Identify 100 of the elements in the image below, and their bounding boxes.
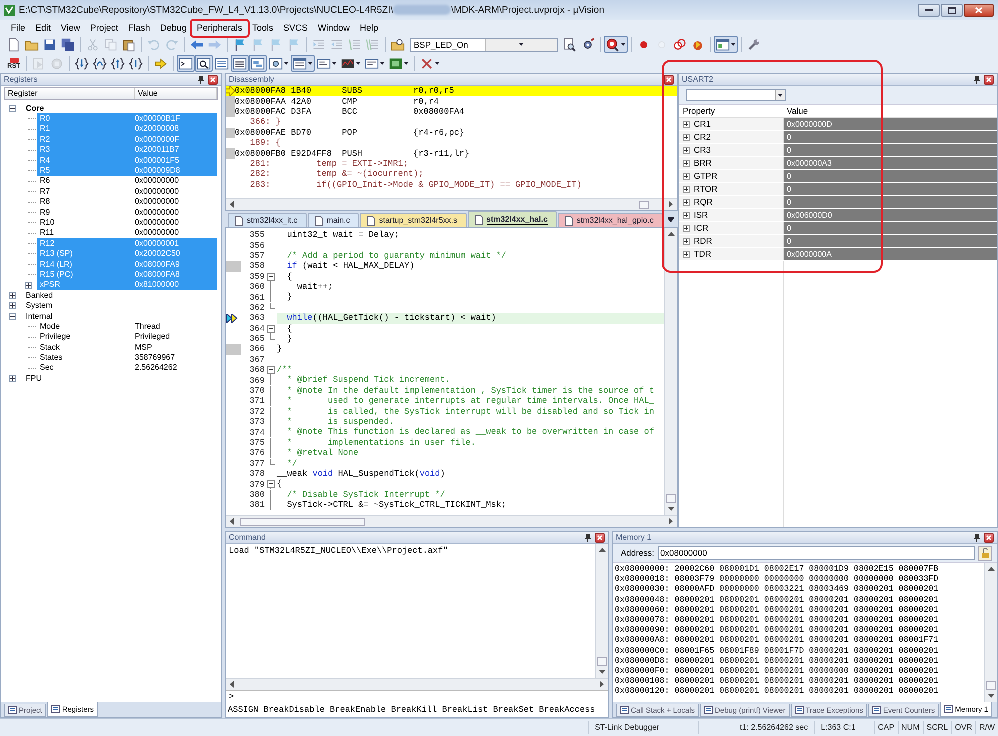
memory-window-button[interactable] [291,55,315,72]
scroll-down-icon[interactable] [988,694,994,699]
file-tab[interactable]: main.c [308,213,360,227]
disassembly-window-button[interactable] [195,55,213,72]
breakpoint-rings-button[interactable] [671,36,689,53]
scroll-thumb[interactable] [666,494,676,503]
call-stack-window-button[interactable] [249,55,267,72]
scroll-up-icon[interactable] [668,231,674,236]
expand-icon[interactable] [683,224,690,232]
register-row[interactable]: Sec 2.56264262 [37,362,217,374]
property-name[interactable]: CR1 [679,118,783,131]
expand-icon[interactable] [683,250,690,258]
pin-button[interactable] [197,75,205,84]
scroll-right-icon[interactable] [600,681,605,688]
file-tab[interactable]: startup_stm32l4r5xx.s [360,213,467,227]
menu-item[interactable]: Project [85,22,124,32]
debug-button[interactable] [604,36,628,53]
column-header[interactable]: Register [5,88,135,99]
pin-button[interactable] [973,75,981,84]
menu-item[interactable]: View [56,22,86,32]
floppy-disks-button[interactable] [59,36,77,53]
collapse-icon[interactable] [267,272,275,282]
register-row[interactable]: R7 0x00000000 [37,186,217,197]
menu-item[interactable]: File [6,22,31,32]
collapse-icon[interactable] [267,365,275,376]
expand-icon[interactable] [683,212,690,218]
menu-item[interactable]: Debug [155,22,192,32]
lock-button[interactable] [978,546,992,560]
expand-icon[interactable] [683,238,690,244]
close-button[interactable] [595,532,605,542]
run-to-cursor-button[interactable] [127,55,145,72]
scroll-thumb[interactable] [597,657,607,666]
expand-icon[interactable] [683,186,690,192]
expand-icon[interactable] [683,146,690,154]
scroll-thumb[interactable] [986,681,996,690]
column-header[interactable]: Property [679,105,783,118]
window-button[interactable] [714,36,738,53]
property-name[interactable]: RTOR [679,183,783,196]
collapse-icon[interactable] [9,312,16,320]
tree-group[interactable]: Core [26,104,44,113]
menu-item[interactable]: SVCS [278,22,314,32]
register-row[interactable]: R6 0x00000000 [37,176,217,186]
scroll-left-icon[interactable] [229,681,234,688]
expand-icon[interactable] [25,282,32,289]
property-name[interactable]: GTPR [679,170,783,183]
scroll-thumb[interactable] [240,518,365,526]
tree-group[interactable]: Banked [26,290,54,300]
register-row[interactable]: Privilege Privileged [37,332,217,342]
column-header[interactable]: Value [135,88,217,99]
property-name[interactable]: ISR [679,209,783,222]
register-row[interactable]: R10 0x00000000 [37,217,217,228]
step-over-button[interactable] [91,55,109,72]
register-dropdown[interactable] [686,89,786,101]
close-button[interactable] [984,74,994,84]
minimize-button[interactable] [918,4,940,16]
maximize-button[interactable] [941,4,963,16]
file-tab[interactable]: stm32l4xx_hal.c [468,211,557,227]
step-out-button[interactable] [109,55,127,72]
register-row[interactable]: Mode Thread [37,321,217,332]
menu-item[interactable]: Edit [30,22,56,32]
register-row[interactable]: R11 0x00000000 [37,228,217,238]
expand-icon[interactable] [683,160,690,166]
property-name[interactable]: CR2 [679,131,783,144]
scroll-right-icon[interactable] [669,201,674,208]
scroll-up-icon[interactable] [988,566,994,571]
menu-item[interactable]: Window [313,22,356,32]
register-row[interactable]: Stack MSP [37,342,217,352]
close-button[interactable] [208,74,218,84]
expand-icon[interactable] [683,198,690,206]
register-row[interactable]: R8 0x00000000 [37,196,217,207]
pin-button[interactable] [973,533,981,542]
property-name[interactable]: BRR [679,157,783,170]
scroll-left-icon[interactable] [229,518,234,525]
expand-icon[interactable] [683,120,690,128]
expand-icon[interactable] [9,302,16,310]
expand-icon[interactable] [9,292,16,300]
scroll-down-icon[interactable] [668,507,674,512]
property-name[interactable]: RDR [679,235,783,248]
property-name[interactable]: ICR [679,222,783,235]
menu-item[interactable]: Flash [123,22,156,32]
scroll-up-icon[interactable] [598,547,606,552]
expand-icon[interactable] [683,172,690,180]
tree-group[interactable]: System [26,301,53,310]
expand-icon[interactable] [683,134,690,140]
menu-item[interactable]: Tools [247,22,278,32]
scroll-left-icon[interactable] [229,201,234,208]
step-into-button[interactable] [73,55,91,72]
pin-button[interactable] [584,533,592,542]
target-dropdown[interactable]: BSP_LED_On [410,38,558,52]
scroll-right-icon[interactable] [669,518,674,525]
property-name[interactable]: RQR [679,196,783,209]
scroll-down-icon[interactable] [598,670,606,675]
tree-group[interactable]: Internal [26,312,53,320]
menu-item[interactable]: Peripherals [192,22,248,32]
tab-menu-icon[interactable] [668,216,674,222]
file-tab[interactable]: stm32l4xx_it.c [228,213,307,227]
property-name[interactable]: CR3 [679,144,783,157]
file-tab[interactable]: stm32l4xx_hal_gpio.c [558,213,663,227]
property-name[interactable]: TDR [679,248,783,261]
register-row[interactable]: R9 0x00000000 [37,206,217,218]
